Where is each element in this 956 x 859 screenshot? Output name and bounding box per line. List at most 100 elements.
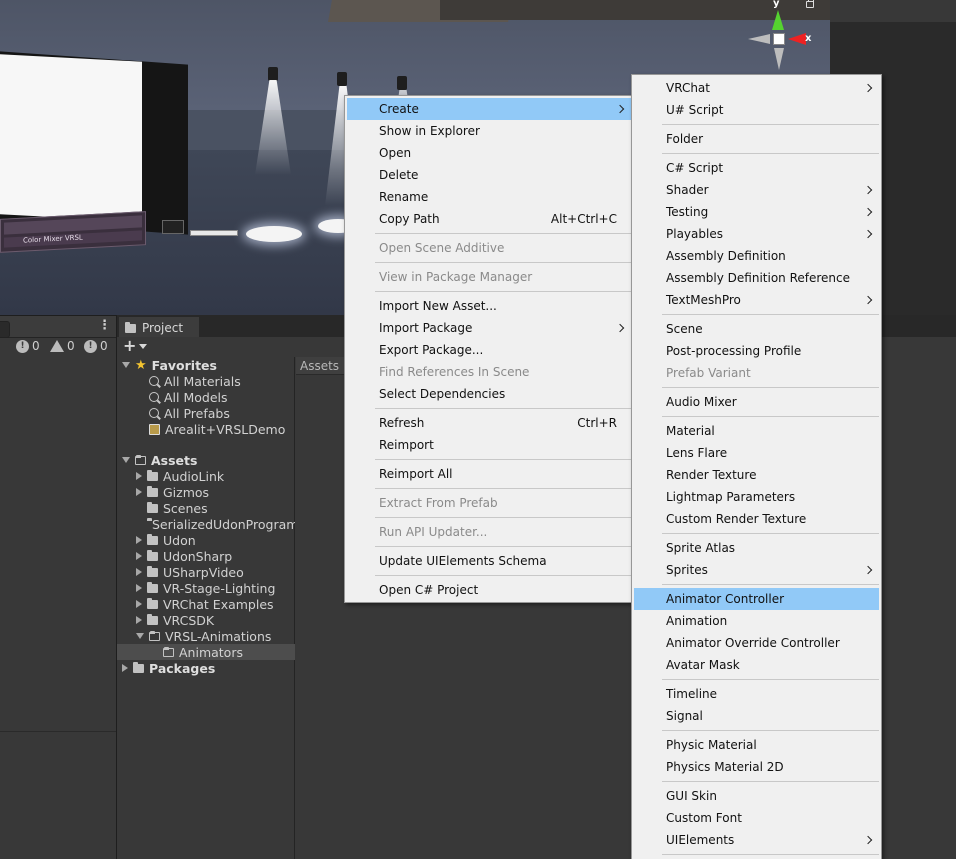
submenu-item-csharp-script[interactable]: C# Script (634, 157, 879, 179)
gizmo-neg-x-axis-icon[interactable] (748, 34, 770, 44)
menu-item-create[interactable]: Create (347, 98, 631, 120)
submenu-item-custom-font[interactable]: Custom Font (634, 807, 879, 829)
submenu-item-physic-material[interactable]: Physic Material (634, 734, 879, 756)
menu-item-view-in-package-manager: View in Package Manager (379, 270, 533, 284)
tree-folder[interactable]: SerializedUdonPrograms (117, 516, 295, 532)
tree-folder[interactable]: VRChat Examples (117, 596, 295, 612)
submenu-item-timeline[interactable]: Timeline (634, 683, 879, 705)
create-plus-button[interactable]: + (123, 336, 136, 355)
tab-project[interactable]: Project (119, 317, 199, 337)
expand-arrow-icon[interactable] (122, 362, 130, 368)
menu-item-copy-path[interactable]: Copy Path Alt+Ctrl+C (347, 208, 631, 230)
expand-arrow-icon[interactable] (136, 536, 142, 544)
chevron-down-icon[interactable] (139, 344, 147, 349)
menu-item-delete[interactable]: Delete (347, 164, 631, 186)
tree-packages[interactable]: Packages (117, 660, 295, 676)
shortcut-label: Ctrl+R (577, 416, 617, 430)
lock-icon[interactable] (806, 0, 814, 8)
menu-item-open[interactable]: Open (347, 142, 631, 164)
expand-arrow-icon[interactable] (136, 488, 142, 496)
console-menu-icon[interactable]: ⋮ (98, 318, 111, 333)
console-search-input[interactable] (0, 321, 10, 338)
menu-item-show-in-explorer[interactable]: Show in Explorer (347, 120, 631, 142)
expand-arrow-icon[interactable] (136, 584, 142, 592)
submenu-item-assembly-definition[interactable]: Assembly Definition (634, 245, 879, 267)
submenu-item-animator-controller[interactable]: Animator Controller (634, 588, 879, 610)
menu-item-import-package[interactable]: Import Package (347, 317, 631, 339)
tree-folder-selected[interactable]: Animators (117, 644, 295, 660)
submenu-item-textmeshpro[interactable]: TextMeshPro (634, 289, 879, 311)
tree-folder-label: VRChat Examples (163, 596, 274, 612)
submenu-item-post-processing-profile[interactable]: Post-processing Profile (634, 340, 879, 362)
gizmo-x-axis-icon[interactable] (788, 33, 806, 45)
menu-item-update-uielements-schema[interactable]: Update UIElements Schema (347, 550, 631, 572)
menu-item-import-new-asset[interactable]: Import New Asset... (347, 295, 631, 317)
menu-item-open-scene-additive: Open Scene Additive (379, 241, 505, 255)
menu-item-rename[interactable]: Rename (347, 186, 631, 208)
tree-folder[interactable]: VRSL-Animations (117, 628, 295, 644)
submenu-item-usharp-script[interactable]: U# Script (634, 99, 879, 121)
submenu-item-audio-mixer[interactable]: Audio Mixer (634, 391, 879, 413)
tree-folder[interactable]: UdonSharp (117, 548, 295, 564)
tree-favorites[interactable]: ★ Favorites (117, 357, 295, 373)
expand-arrow-icon[interactable] (136, 472, 142, 480)
submenu-item-lens-flare[interactable]: Lens Flare (634, 442, 879, 464)
tree-favorite-item[interactable]: All Prefabs (117, 405, 295, 421)
submenu-item-uielements[interactable]: UIElements (634, 829, 879, 851)
submenu-item-avatar-mask[interactable]: Avatar Mask (634, 654, 879, 676)
expand-arrow-icon[interactable] (122, 664, 128, 672)
info-count[interactable]: ! 0 (16, 338, 40, 354)
tree-folder[interactable]: AudioLink (117, 468, 295, 484)
menu-item-select-dependencies[interactable]: Select Dependencies (347, 383, 631, 405)
submenu-item-assembly-definition-reference[interactable]: Assembly Definition Reference (634, 267, 879, 289)
expand-arrow-icon[interactable] (136, 552, 142, 560)
tree-favorite-item[interactable]: All Models (117, 389, 295, 405)
warning-icon (50, 340, 64, 352)
tree-favorite-item[interactable]: All Materials (117, 373, 295, 389)
submenu-item-material[interactable]: Material (634, 420, 879, 442)
menu-item-open-csharp-project[interactable]: Open C# Project (347, 579, 631, 601)
submenu-item-folder[interactable]: Folder (634, 128, 879, 150)
menu-item-export-package[interactable]: Export Package... (347, 339, 631, 361)
tree-folder[interactable]: VRCSDK (117, 612, 295, 628)
expand-arrow-icon[interactable] (122, 457, 130, 463)
submenu-item-animator-override-controller[interactable]: Animator Override Controller (634, 632, 879, 654)
tree-assets[interactable]: Assets (117, 452, 295, 468)
submenu-item-sprites[interactable]: Sprites (634, 559, 879, 581)
expand-arrow-icon[interactable] (136, 616, 142, 624)
gizmo-center-cube-icon[interactable] (773, 33, 785, 45)
menu-item-reimport-all[interactable]: Reimport All (347, 463, 631, 485)
gizmo-neg-y-axis-icon[interactable] (774, 48, 784, 70)
console-panel: ⋮ ! 0 0 ! 0 (0, 315, 116, 859)
submenu-item-physics-material-2d[interactable]: Physics Material 2D (634, 756, 879, 778)
menu-item-reimport[interactable]: Reimport (347, 434, 631, 456)
gizmo-y-axis-icon[interactable] (772, 10, 784, 30)
chevron-right-icon (863, 295, 873, 305)
warning-count[interactable]: 0 (50, 338, 75, 354)
error-count[interactable]: ! 0 (84, 338, 108, 354)
submenu-item-lightmap-parameters[interactable]: Lightmap Parameters (634, 486, 879, 508)
submenu-item-scene[interactable]: Scene (634, 318, 879, 340)
folder-icon (147, 485, 158, 497)
submenu-item-animation[interactable]: Animation (634, 610, 879, 632)
menu-item-refresh[interactable]: Refresh Ctrl+R (347, 412, 631, 434)
submenu-item-gui-skin[interactable]: GUI Skin (634, 785, 879, 807)
tree-folder[interactable]: Scenes (117, 500, 295, 516)
tree-folder[interactable]: VR-Stage-Lighting (117, 580, 295, 596)
expand-arrow-icon[interactable] (136, 633, 144, 639)
expand-arrow-icon[interactable] (136, 600, 142, 608)
submenu-item-signal[interactable]: Signal (634, 705, 879, 727)
tree-folder[interactable]: USharpVideo (117, 564, 295, 580)
submenu-item-render-texture[interactable]: Render Texture (634, 464, 879, 486)
expand-arrow-icon[interactable] (136, 568, 142, 576)
submenu-item-playables[interactable]: Playables (634, 223, 879, 245)
submenu-item-testing[interactable]: Testing (634, 201, 879, 223)
submenu-item-custom-render-texture[interactable]: Custom Render Texture (634, 508, 879, 530)
submenu-item-shader[interactable]: Shader (634, 179, 879, 201)
tree-folder[interactable]: Gizmos (117, 484, 295, 500)
tree-folder[interactable]: Udon (117, 532, 295, 548)
submenu-item-sprite-atlas[interactable]: Sprite Atlas (634, 537, 879, 559)
tree-favorite-item[interactable]: Arealit+VRSLDemo (117, 421, 295, 437)
menu-separator (375, 575, 631, 576)
submenu-item-vrchat[interactable]: VRChat (634, 77, 879, 99)
